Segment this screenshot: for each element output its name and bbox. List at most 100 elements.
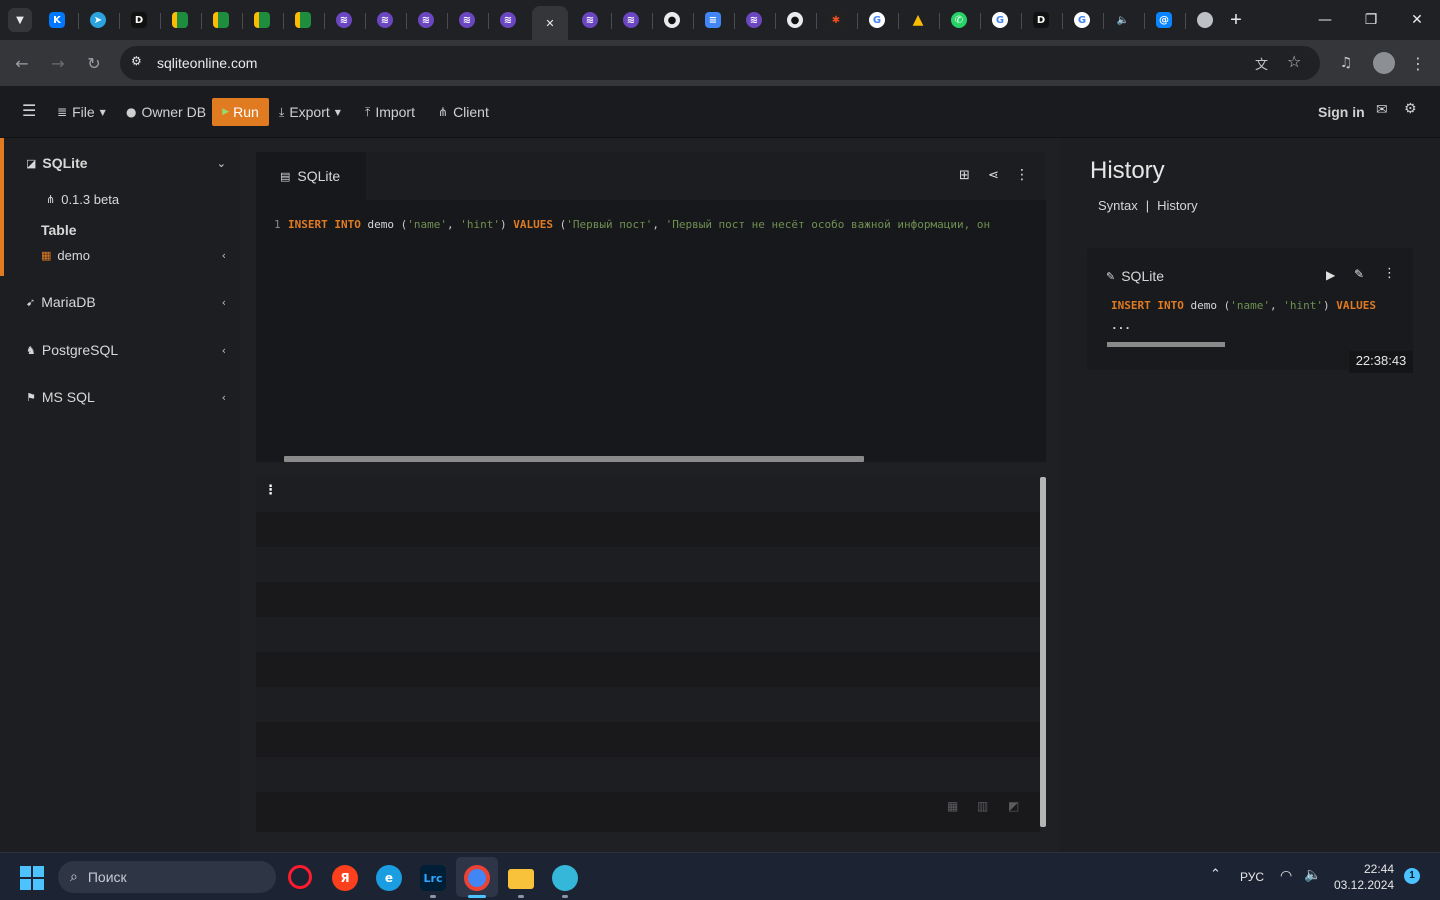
browser-tab[interactable]: D	[1024, 6, 1058, 34]
mail-icon[interactable]: ✉	[1376, 102, 1388, 118]
close-icon[interactable]: ✕	[545, 17, 554, 30]
table-view-icon[interactable]: ▦	[947, 799, 958, 813]
owner-db-menu[interactable]: ● Owner DB	[126, 104, 206, 120]
profile-avatar[interactable]	[1373, 52, 1395, 74]
text-view-icon[interactable]: ◩	[1008, 799, 1019, 813]
syntax-link[interactable]: Syntax	[1098, 198, 1138, 213]
meet-icon	[295, 12, 311, 28]
tab-search-button[interactable]: ▼	[8, 8, 32, 32]
minimize-button[interactable]: —	[1302, 8, 1348, 32]
browser-tab[interactable]: ●	[655, 6, 689, 34]
results-vertical-scrollbar[interactable]	[1040, 477, 1046, 827]
lightroom-icon[interactable]: Lrc	[420, 865, 446, 891]
forward-button[interactable]: →	[46, 51, 70, 75]
chart-view-icon[interactable]: ▥	[977, 799, 988, 813]
clock[interactable]: 22:44 03.12.2024	[1334, 861, 1394, 893]
browser-tab[interactable]	[163, 6, 197, 34]
notification-badge[interactable]: 1	[1404, 868, 1420, 884]
url-text[interactable]: sqliteonline.com	[157, 55, 257, 71]
file-menu[interactable]: ≣ File ▼	[57, 104, 106, 120]
sign-in-link[interactable]: Sign in	[1318, 104, 1365, 120]
sidebar-item-mariadb[interactable]: ➹ MariaDB ‹	[26, 294, 240, 310]
browser-tab[interactable]	[245, 6, 279, 34]
play-icon[interactable]: ▶	[1326, 268, 1335, 282]
back-button[interactable]: ←	[10, 51, 34, 75]
kebab-menu-icon[interactable]: ⋮	[1015, 167, 1029, 183]
share-icon[interactable]: ⋖	[988, 168, 999, 183]
browser-tab[interactable]: G	[983, 6, 1017, 34]
browser-tab[interactable]: ▲	[901, 6, 935, 34]
browser-tab[interactable]: ✆	[942, 6, 976, 34]
browser-tab[interactable]: G	[860, 6, 894, 34]
horizontal-scrollbar[interactable]	[284, 456, 864, 462]
edit-icon[interactable]: ✎	[1354, 267, 1364, 281]
browser-tab[interactable]: ≋	[409, 6, 443, 34]
wifi-icon[interactable]: ◠	[1280, 868, 1292, 884]
chevron-down-icon: ⌄	[216, 156, 226, 170]
browser-tab[interactable]: ➤	[81, 6, 115, 34]
database-icon: ≣	[57, 105, 68, 119]
browser-tab[interactable]: D	[122, 6, 156, 34]
history-link[interactable]: History	[1157, 198, 1197, 213]
browser-tab[interactable]: 🔈	[1106, 6, 1140, 34]
windows-start-icon[interactable]	[20, 866, 44, 890]
new-tab-button[interactable]: +	[1226, 8, 1246, 32]
browser-tab[interactable]: ≋	[491, 6, 525, 34]
sidebar-item-postgresql[interactable]: ♞ PostgreSQL ‹	[26, 342, 240, 358]
chrome-taskbar-icon[interactable]	[464, 865, 490, 891]
import-button[interactable]: ⤒ Import	[365, 104, 415, 120]
close-window-button[interactable]: ✕	[1394, 8, 1440, 32]
browser-tab[interactable]: ≋	[368, 6, 402, 34]
bookmark-star-icon[interactable]: ☆	[1287, 52, 1301, 71]
browser-tab[interactable]: ≡	[696, 6, 730, 34]
opera-icon[interactable]	[288, 865, 312, 889]
table-item-demo[interactable]: ▦ demo ‹	[41, 248, 240, 263]
search-placeholder: Поиск	[87, 869, 127, 885]
volume-icon[interactable]: 🔈	[1304, 867, 1321, 883]
app-parrot-icon[interactable]	[552, 865, 578, 891]
browser-tab[interactable]	[286, 6, 320, 34]
sidebar-item-sqlite[interactable]: ◪ SQLite ⌄	[26, 155, 240, 171]
system-tray-chevron-icon[interactable]: ⌃	[1210, 867, 1221, 882]
settings-gear-icon[interactable]: ⚙	[1404, 101, 1417, 117]
browser-tab[interactable]: K	[40, 6, 74, 34]
media-control-icon[interactable]: ♫	[1334, 51, 1358, 75]
browser-tab[interactable]: ✱	[819, 6, 853, 34]
new-tab-plus-icon[interactable]: ⊞	[959, 168, 970, 183]
browser-tab[interactable]: ≋	[614, 6, 648, 34]
maximize-button[interactable]: ❐	[1348, 8, 1394, 32]
history-entry-card[interactable]: ✎ SQLite ▶ ✎ ⋮ INSERT INTO demo ('name',…	[1087, 248, 1413, 373]
taskbar-search[interactable]: ⌕ Поиск	[58, 861, 276, 893]
history-scrollbar[interactable]	[1107, 342, 1225, 347]
run-button[interactable]: ▶ Run	[212, 98, 269, 126]
browser-tab-active[interactable]: ✕	[532, 6, 568, 40]
hamburger-icon[interactable]: ☰	[22, 101, 36, 120]
yandex-browser-icon[interactable]: Я	[332, 865, 358, 891]
sql-token-kw: VALUES	[1336, 299, 1376, 312]
browser-tab[interactable]: ≋	[327, 6, 361, 34]
results-menu-icon[interactable]: ⋮	[264, 483, 277, 498]
edge-icon[interactable]: e	[376, 865, 402, 891]
browser-tab[interactable]: ●	[778, 6, 812, 34]
browser-menu-icon[interactable]: ⋮	[1406, 51, 1430, 75]
sidebar-item-mssql[interactable]: ⚑ MS SQL ‹	[26, 389, 240, 405]
address-bar[interactable]: ⚙ sqliteonline.com 文 ☆	[120, 46, 1320, 80]
tab-divider	[734, 13, 735, 29]
browser-tab[interactable]: @	[1147, 6, 1181, 34]
export-menu[interactable]: ⤓ Export ▼	[279, 104, 341, 120]
reload-button[interactable]: ↻	[82, 51, 106, 75]
browser-tab[interactable]: ≋	[737, 6, 771, 34]
file-explorer-icon[interactable]	[508, 869, 534, 889]
keyboard-language[interactable]: РУС	[1240, 870, 1264, 884]
kebab-menu-icon[interactable]: ⋮	[1383, 266, 1396, 281]
browser-tab[interactable]: G	[1065, 6, 1099, 34]
sql-code-line[interactable]: INSERT INTO demo ('name', 'hint') VALUES…	[288, 218, 1046, 231]
translate-icon[interactable]: 文	[1255, 54, 1268, 73]
browser-tab[interactable]	[204, 6, 238, 34]
browser-tab[interactable]	[1188, 6, 1222, 34]
client-button[interactable]: ⋔ Client	[438, 104, 489, 120]
editor-tab-sqlite[interactable]: ▤ SQLite	[256, 152, 366, 200]
browser-tab[interactable]: ≋	[573, 6, 607, 34]
site-settings-icon[interactable]: ⚙	[131, 54, 142, 68]
browser-tab[interactable]: ≋	[450, 6, 484, 34]
